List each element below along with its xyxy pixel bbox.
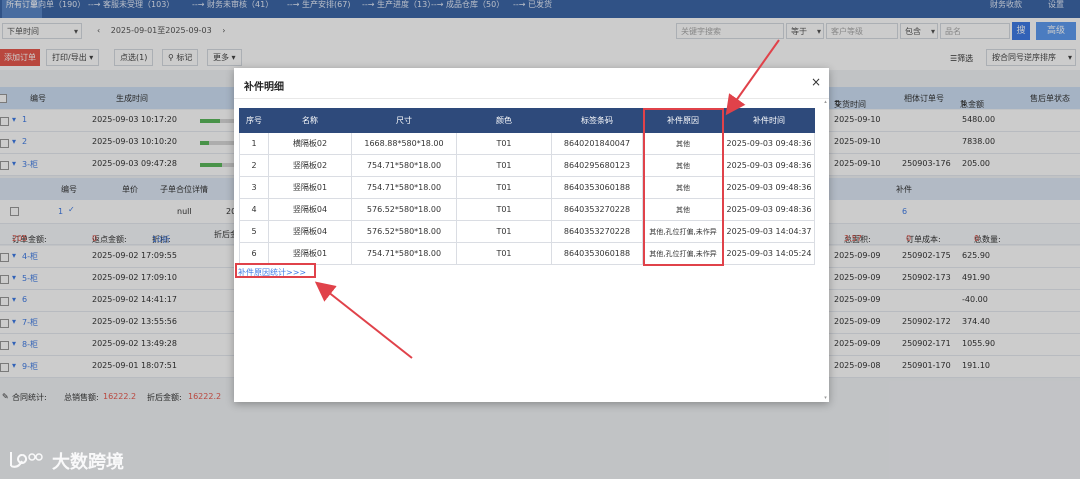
watermark-logo-icon <box>10 452 43 468</box>
watermark-text: 大数跨境 <box>52 452 124 473</box>
arrow-to-reason-column <box>725 39 780 116</box>
arrow-to-stats-link <box>314 281 413 359</box>
annotation-arrows <box>314 39 780 359</box>
